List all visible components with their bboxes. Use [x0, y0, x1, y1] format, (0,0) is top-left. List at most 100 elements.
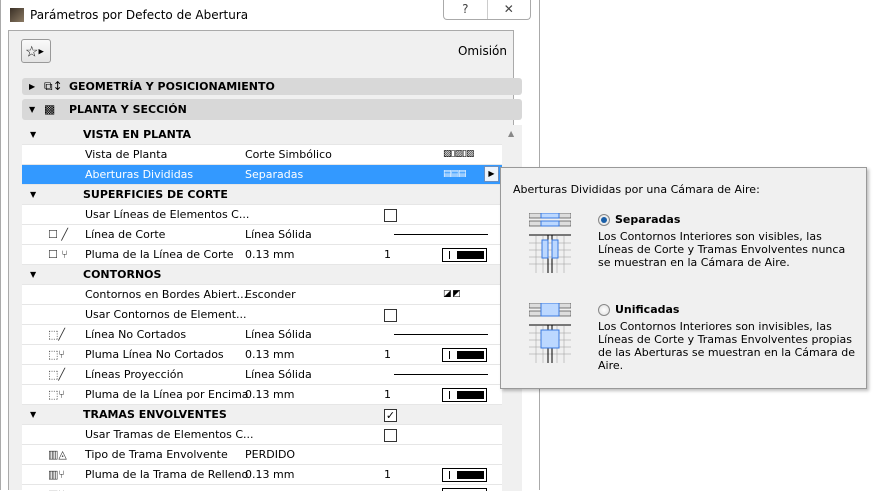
pen-color-swatch[interactable]: [442, 388, 487, 402]
row-type-icon: ⬚⑂: [48, 348, 65, 361]
favorites-button[interactable]: ☆▶: [21, 39, 51, 63]
collapse-arrow-icon[interactable]: ▼: [30, 265, 36, 284]
row-value[interactable]: 0.13 mm: [245, 465, 294, 484]
group-header-row[interactable]: ▼ VISTA EN PLANTA: [22, 125, 502, 145]
pattern-preview-icon: ◪ ◩: [443, 289, 461, 299]
default-label: Omisión: [457, 44, 507, 58]
scroll-up-icon[interactable]: ▲: [508, 129, 514, 138]
geometry-icon: ⧉↕: [44, 79, 63, 93]
group-header-row[interactable]: ▼ CONTORNOS: [22, 265, 502, 285]
row-label: VISTA EN PLANTA: [83, 128, 192, 141]
section-label: GEOMETRÍA Y POSICIONAMIENTO: [69, 80, 275, 93]
table-row[interactable]: Usar Líneas de Elementos C...: [22, 205, 502, 225]
floor-plan-icon: ▩: [44, 102, 56, 116]
row-label: Línea de Corte: [85, 228, 166, 241]
pen-color-swatch[interactable]: [442, 248, 487, 262]
row-label: Usar Contornos de Element...: [85, 308, 247, 321]
row-value[interactable]: Separadas: [245, 165, 303, 184]
collapse-arrow-icon: ▼: [29, 105, 36, 114]
table-row[interactable]: Contornos en Bordes Abiert... Esconder ◪ ◩: [22, 285, 502, 305]
collapse-arrow-icon[interactable]: ▼: [30, 185, 36, 204]
row-label: Línea No Cortados: [85, 328, 187, 341]
row-value[interactable]: Línea Sólida: [245, 325, 312, 344]
app-icon: [10, 8, 24, 22]
row-type-icon: ▥◬: [48, 448, 67, 461]
row-value[interactable]: 0.13 mm: [245, 245, 294, 264]
expand-arrow-icon: ▶: [29, 82, 36, 91]
row-label: SUPERFICIES DE CORTE: [83, 188, 228, 201]
help-button[interactable]: ?: [444, 0, 488, 19]
table-row[interactable]: Aberturas Divididas Separadas ▤▤▤: [22, 165, 502, 185]
collapse-arrow-icon[interactable]: ▼: [30, 405, 36, 424]
option-description: Los Contornos Interiores son visibles, l…: [598, 230, 846, 269]
row-label: Usar Tramas de Elementos C...: [85, 428, 254, 441]
table-row[interactable]: Vista de Planta Corte Simbólico ▨▯▨▯▨: [22, 145, 502, 165]
table-row[interactable]: ⬚⑂ Pluma de la Línea por Encima 0.13 mm 1: [22, 385, 502, 405]
dialog-body: ☆▶ Omisión ▶ ⧉↕ GEOMETRÍA Y POSICIONAMIE…: [8, 30, 522, 491]
row-label: Pluma de la Línea de Corte: [85, 248, 234, 261]
group-header-row[interactable]: ▼ TRAMAS ENVOLVENTES ✓: [22, 405, 502, 425]
row-type-icon: ⬚⑂: [48, 388, 65, 401]
pen-number[interactable]: 1: [384, 385, 391, 404]
checkbox[interactable]: [384, 429, 397, 442]
radio-unificadas[interactable]: [598, 304, 610, 316]
pen-number[interactable]: 1: [384, 465, 391, 484]
close-button[interactable]: ✕: [488, 0, 531, 19]
row-type-icon: ⬚╱: [48, 328, 66, 341]
row-label: Pluma de la Línea por Encima: [85, 388, 249, 401]
pen-number[interactable]: 1: [384, 345, 391, 364]
arrow-right-icon: ▶: [38, 47, 44, 56]
row-value[interactable]: 0.13 mm: [245, 385, 294, 404]
checkbox[interactable]: [384, 209, 397, 222]
section-planta-seccion[interactable]: ▼ ▩ PLANTA Y SECCIÓN: [22, 99, 522, 120]
pattern-preview-icon: ▤▤▤: [443, 169, 466, 179]
checkbox[interactable]: ✓: [384, 409, 397, 422]
popup-heading: Aberturas Divididas por una Cámara de Ai…: [513, 183, 760, 196]
popup-toggle-button[interactable]: ▶: [484, 166, 499, 182]
section-geometria[interactable]: ▶ ⧉↕ GEOMETRÍA Y POSICIONAMIENTO: [22, 78, 522, 95]
group-header-row[interactable]: ▼ SUPERFICIES DE CORTE: [22, 185, 502, 205]
row-value[interactable]: Línea Sólida: [245, 365, 312, 384]
line-type-preview: [394, 374, 488, 375]
table-row[interactable]: ▥◬ Tipo de Trama Envolvente PERDIDO: [22, 445, 502, 465]
table-row[interactable]: ☐ ╱ Línea de Corte Línea Sólida: [22, 225, 502, 245]
radio-separadas[interactable]: [598, 214, 610, 226]
row-type-icon: ⬚╱: [48, 368, 66, 381]
row-label: Contornos en Bordes Abiert...: [85, 288, 248, 301]
pattern-preview-icon: ▨▯▨▯▨: [443, 149, 474, 159]
table-row[interactable]: Usar Tramas de Elementos C...: [22, 425, 502, 445]
pen-color-swatch[interactable]: [442, 468, 487, 482]
star-icon: ☆: [25, 42, 39, 61]
pen-number[interactable]: 1: [384, 245, 391, 264]
table-row[interactable]: Usar Contornos de Element...: [22, 305, 502, 325]
row-value[interactable]: PERDIDO: [245, 445, 295, 464]
row-type-icon: ☐ ⑂: [48, 248, 68, 261]
row-value[interactable]: Corte Simbólico: [245, 145, 332, 164]
row-value[interactable]: Línea Sólida: [245, 225, 312, 244]
row-value[interactable]: 0.13 mm: [245, 345, 294, 364]
separated-diagram-icon: [529, 213, 571, 273]
settings-table: ▼ VISTA EN PLANTA Vista de Planta Corte Sim…: [22, 125, 502, 491]
row-label: Aberturas Divididas: [85, 168, 194, 181]
table-row[interactable]: ⬚⑂ Pluma Línea No Cortados 0.13 mm 1: [22, 345, 502, 365]
split-openings-popup: Aberturas Divididas por una Cámara de Ai…: [500, 167, 867, 389]
line-type-preview: [394, 334, 488, 335]
table-row[interactable]: ⬚╱ Líneas Proyección Línea Sólida: [22, 365, 502, 385]
row-type-icon: ☐ ╱: [48, 228, 68, 241]
row-label: Usar Líneas de Elementos C...: [85, 208, 250, 221]
table-row[interactable]: ▥⑂: [22, 485, 502, 491]
table-row[interactable]: ⬚╱ Línea No Cortados Línea Sólida: [22, 325, 502, 345]
option-name: Separadas: [615, 213, 681, 226]
checkbox[interactable]: [384, 309, 397, 322]
row-label: Líneas Proyección: [85, 368, 184, 381]
collapse-arrow-icon[interactable]: ▼: [30, 125, 36, 144]
row-label: TRAMAS ENVOLVENTES: [83, 408, 227, 421]
row-label: Pluma de la Trama de Relleno: [85, 468, 249, 481]
row-value[interactable]: Esconder: [245, 285, 296, 304]
table-row[interactable]: ▥⑂ Pluma de la Trama de Relleno 0.13 mm 1: [22, 465, 502, 485]
pen-color-swatch[interactable]: [442, 348, 487, 362]
row-type-icon: ▥⑂: [48, 485, 65, 491]
option-name: Unificadas: [615, 303, 680, 316]
table-row[interactable]: ☐ ⑂ Pluma de la Línea de Corte 0.13 mm 1: [22, 245, 502, 265]
option-description: Los Contornos Interiores son invisibles,…: [598, 320, 855, 372]
